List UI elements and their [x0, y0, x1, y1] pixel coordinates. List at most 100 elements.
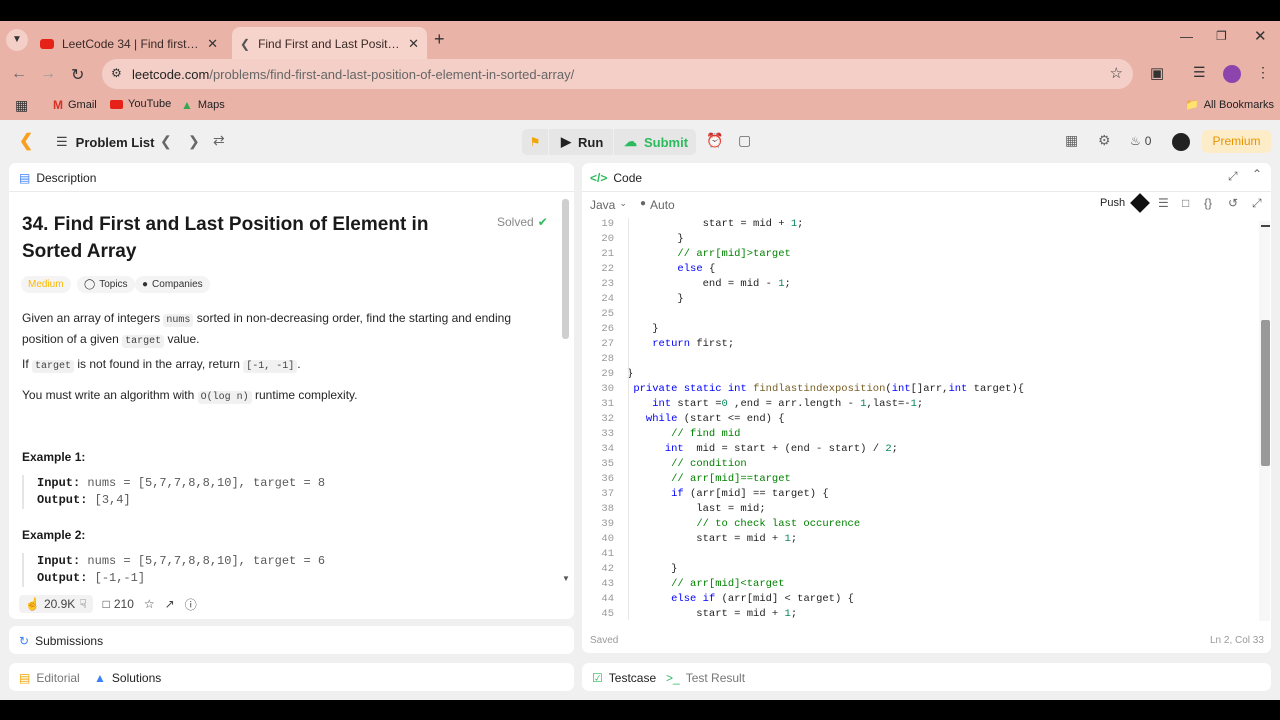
timer-icon[interactable]: ⏰ [706, 132, 723, 149]
description-scrollbar-thumb[interactable] [562, 199, 569, 339]
code-line[interactable]: 45 start = mid + 1; [582, 608, 1252, 620]
code-line[interactable]: 41 [582, 548, 1252, 563]
star-icon[interactable]: ☆ [1110, 64, 1123, 82]
code-line[interactable]: 26 } [582, 323, 1252, 338]
reload-icon[interactable]: ↻ [71, 65, 84, 85]
all-bookmarks[interactable]: 📁 All Bookmarks [1185, 98, 1274, 112]
prev-problem-icon[interactable]: ❮ [160, 133, 172, 150]
editor-scrollbar-thumb[interactable] [1261, 320, 1270, 466]
close-icon[interactable]: ✕ [207, 36, 218, 52]
layout-icon[interactable]: ▦ [1065, 132, 1078, 149]
code-tab[interactable]: </> Code [590, 171, 642, 185]
code-line[interactable]: 35 // condition [582, 458, 1252, 473]
restore-icon[interactable]: ❐ [1216, 29, 1227, 43]
window-close-icon[interactable]: ✕ [1254, 27, 1267, 45]
maximize-icon[interactable]: ⤢ [1228, 169, 1238, 184]
code-line[interactable]: 38 last = mid; [582, 503, 1252, 518]
test-result-tab[interactable]: >_ Test Result [666, 671, 745, 685]
code-line[interactable]: 40 start = mid + 1; [582, 533, 1252, 548]
premium-button[interactable]: Premium [1202, 130, 1271, 153]
code-line[interactable]: 43 // arr[mid]<target [582, 578, 1252, 593]
browser-tab-leetcode[interactable]: ❮ Find First and Last Position of El ✕ [232, 27, 427, 61]
code-line[interactable]: 32 while (start <= end) { [582, 413, 1252, 428]
browser-tab-youtube[interactable]: LeetCode 34 | Find first and last ✕ [32, 27, 226, 61]
help-icon[interactable]: ⓘ [185, 596, 197, 613]
apps-icon[interactable]: ▦ [15, 97, 28, 114]
site-info-icon[interactable]: ⚙ [111, 66, 122, 80]
code-line[interactable]: 42 } [582, 563, 1252, 578]
testcase-tab[interactable]: ☑ Testcase [592, 671, 656, 685]
braces-icon[interactable]: {} [1204, 196, 1212, 210]
new-tab-icon[interactable]: + [434, 29, 445, 50]
thumbs-down-icon[interactable]: ☟ [79, 597, 86, 611]
favorite-star-icon[interactable]: ☆ [144, 597, 155, 611]
bookmark-maps[interactable]: ▲ Maps [181, 98, 225, 112]
settings-icon[interactable]: ⚙ [1098, 132, 1111, 149]
debug-button[interactable]: ⚑ [522, 129, 548, 155]
shuffle-icon[interactable]: ⇄ [213, 132, 225, 149]
code-line[interactable]: 33 // find mid [582, 428, 1252, 443]
push-button[interactable]: Push [1100, 193, 1150, 213]
auto-mode[interactable]: ● Auto [640, 198, 675, 212]
submissions-tab[interactable]: ↻ Submissions [19, 634, 103, 648]
code-line[interactable]: 39 // to check last occurence [582, 518, 1252, 533]
code-line[interactable]: 30 private static int findlastindexposit… [582, 383, 1252, 398]
editorial-tab[interactable]: ▤ Editorial [19, 671, 80, 685]
user-avatar[interactable] [1172, 133, 1190, 151]
scroll-down-icon[interactable]: ▼ [562, 574, 570, 583]
address-bar[interactable]: ⚙ leetcode.com/problems/find-first-and-l… [102, 59, 1133, 89]
tab-search-button[interactable]: ▼ [6, 29, 28, 51]
code-editor[interactable]: 19 start = mid + 1; 20 } 21 // arr[mid]>ta… [582, 218, 1260, 620]
reset-icon[interactable]: ↺ [1228, 196, 1238, 210]
code-line[interactable]: 22 else { [582, 263, 1252, 278]
code-line[interactable]: 28 [582, 353, 1252, 368]
code-line[interactable]: 37 if (arr[mid] == target) { [582, 488, 1252, 503]
code-line[interactable]: 44 else if (arr[mid] < target) { [582, 593, 1252, 608]
code-line[interactable]: 34 int mid = start + (end - start) / 2; [582, 443, 1252, 458]
line-number: 41 [601, 548, 614, 560]
language-select[interactable]: Java ⌄ [590, 198, 627, 212]
companies-tag[interactable]: ● Companies [135, 276, 210, 293]
close-icon[interactable]: ✕ [408, 36, 419, 52]
submit-button[interactable]: ☁ Submit [614, 129, 696, 155]
comments-button[interactable]: □ 210 [103, 597, 134, 611]
share-icon[interactable]: ↗ [165, 597, 175, 611]
fullscreen-icon[interactable]: ⤢ [1252, 196, 1262, 211]
media-icon[interactable]: ☰ [1193, 64, 1206, 81]
bookmark-youtube[interactable]: YouTube [110, 98, 171, 110]
line-content: start = mid + 1; [627, 608, 798, 620]
code-line[interactable]: 29} [582, 368, 1252, 383]
forward-icon[interactable]: → [40, 65, 56, 83]
description-tab[interactable]: ▤ Description [19, 171, 96, 185]
leetcode-logo-icon[interactable]: ❮ [19, 131, 33, 151]
next-problem-icon[interactable]: ❯ [188, 133, 200, 150]
code-line[interactable]: 20 } [582, 233, 1252, 248]
code-line[interactable]: 25 [582, 308, 1252, 323]
minimize-icon[interactable]: — [1180, 29, 1193, 44]
problem-list-button[interactable]: ☰ Problem List [56, 134, 154, 150]
code-line[interactable]: 23 end = mid - 1; [582, 278, 1252, 293]
like-button[interactable]: ☝ 20.9K ☟ [19, 595, 93, 613]
collapse-icon[interactable]: ⌃ [1252, 167, 1262, 181]
back-icon[interactable]: ← [11, 65, 27, 83]
example-2-title: Example 2: [22, 528, 86, 542]
run-button[interactable]: ▶ Run [549, 129, 613, 155]
code-line[interactable]: 21 // arr[mid]>target [582, 248, 1252, 263]
bookmark-gmail[interactable]: M Gmail [53, 98, 97, 112]
extensions-icon[interactable]: ▣ [1150, 64, 1164, 82]
notes-icon[interactable]: ▢ [738, 132, 751, 149]
code-line[interactable]: 19 start = mid + 1; [582, 218, 1252, 233]
code-line[interactable]: 24 } [582, 293, 1252, 308]
submit-label: Submit [644, 134, 689, 150]
solutions-tab[interactable]: ▲ Solutions [94, 671, 161, 685]
code-line[interactable]: 31 int start =0 ,end = arr.length - 1,la… [582, 398, 1252, 413]
format-icon[interactable]: ☰ [1158, 196, 1169, 210]
code-line[interactable]: 36 // arr[mid]==target [582, 473, 1252, 488]
code-line[interactable]: 27 return first; [582, 338, 1252, 353]
example-1-title: Example 1: [22, 450, 86, 464]
topics-tag[interactable]: ◯ Topics [77, 276, 135, 293]
bookmark-icon[interactable]: □ [1182, 196, 1189, 210]
profile-avatar[interactable] [1223, 65, 1241, 83]
streak-counter[interactable]: ♨ 0 [1130, 134, 1151, 148]
menu-icon[interactable]: ⋮ [1256, 64, 1270, 81]
